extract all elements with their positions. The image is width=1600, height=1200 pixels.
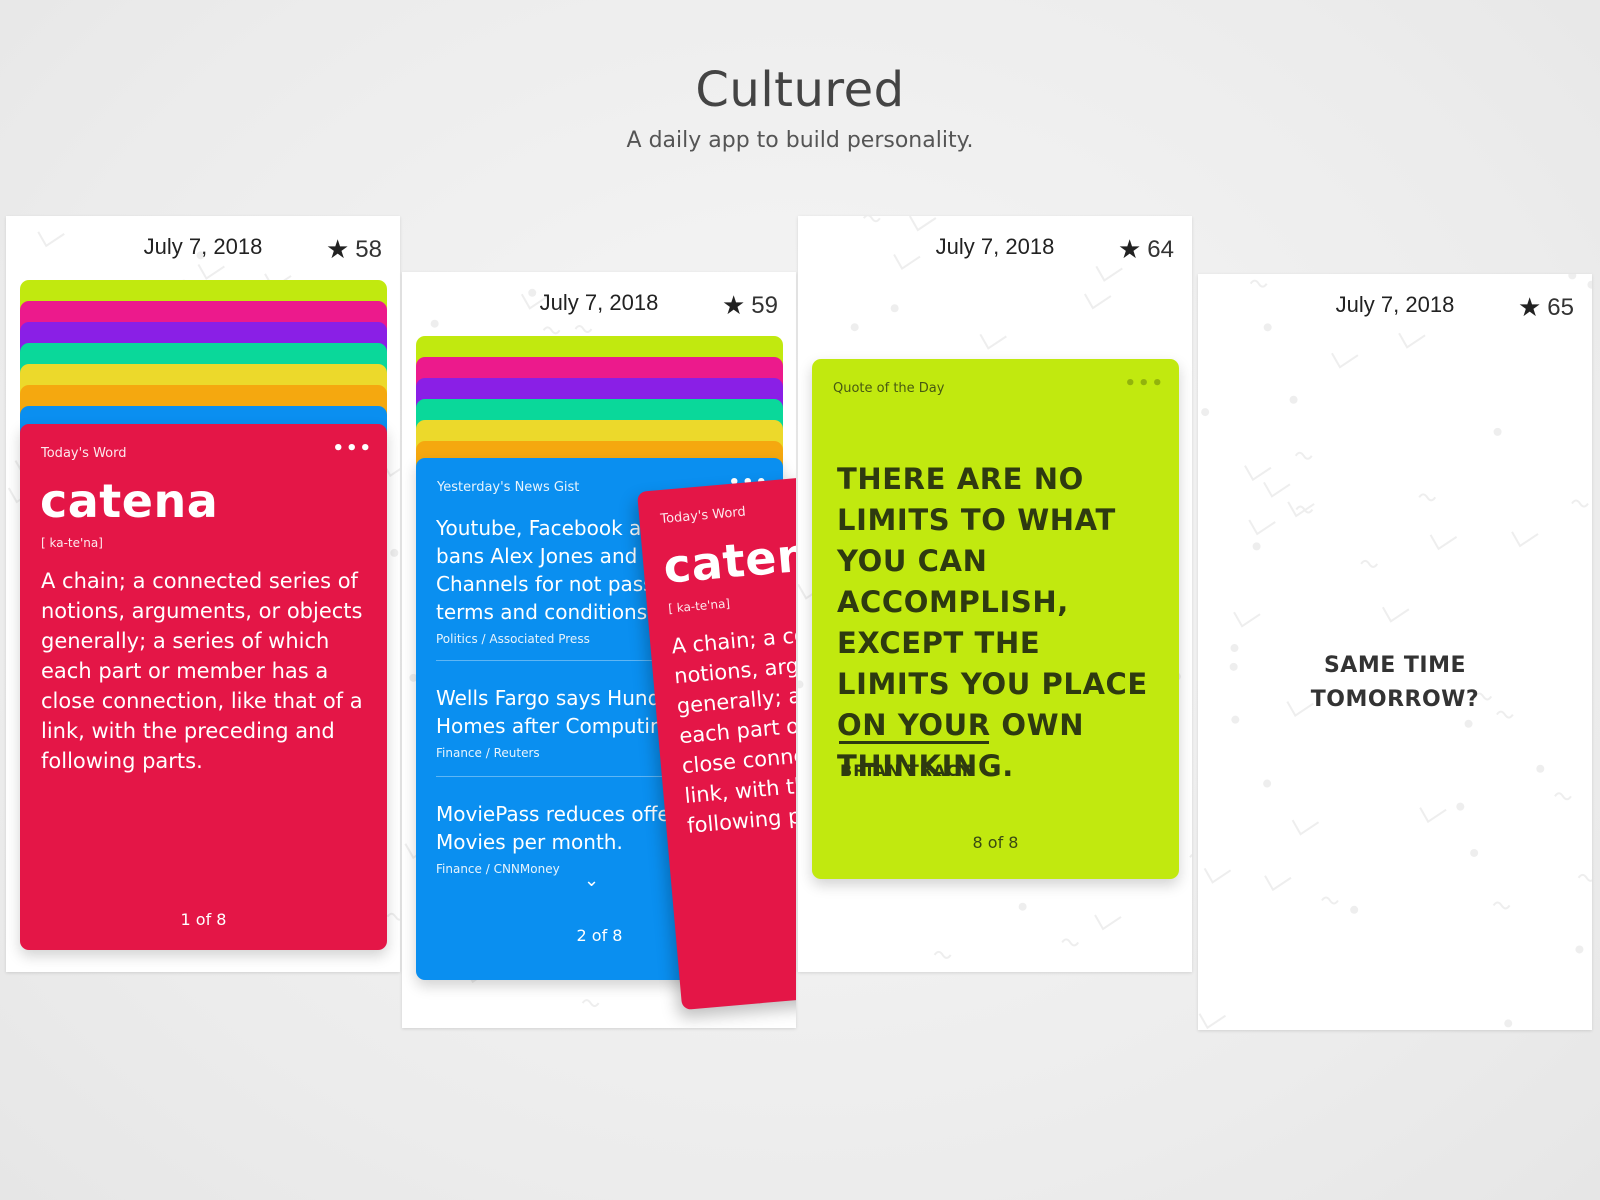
screen-1: July 7, 2018 ★ 58 Today's Word ••• caten…: [6, 216, 400, 972]
star-icon: ★: [1517, 292, 1542, 322]
closing-message: SAME TIME TOMORROW?: [1198, 649, 1592, 717]
quote-author: BRIAN TRACY: [840, 761, 972, 780]
more-icon[interactable]: •••: [1124, 373, 1165, 394]
star-count-value: 65: [1547, 293, 1574, 321]
card-label: Yesterday's News Gist: [437, 480, 580, 495]
chevron-down-icon[interactable]: ⌄: [584, 870, 599, 891]
star-icon: ★: [1117, 234, 1142, 264]
divider: [839, 741, 989, 744]
app-title: Cultured: [695, 62, 905, 118]
star-count[interactable]: ★ 65: [1518, 292, 1574, 323]
closing-message-line: SAME TIME: [1323, 653, 1467, 678]
word-card[interactable]: Today's Word ••• catena [ ka-te'na] A ch…: [20, 424, 387, 950]
star-count[interactable]: ★ 58: [326, 234, 382, 265]
screen-4: July 7, 2018 ★ 65 SAME TIME TOMORROW?: [1198, 274, 1592, 1030]
word-phonetic: [ ka-te'na]: [667, 596, 731, 616]
screen-2: July 7, 2018 ★ 59 Yesterday's News Gist …: [402, 272, 796, 1028]
star-count-value: 59: [751, 291, 778, 319]
card-label: Today's Word: [41, 446, 127, 461]
star-count-value: 64: [1147, 235, 1174, 263]
quote-text: THERE ARE NO LIMITS TO WHAT YOU CAN ACCO…: [837, 462, 1148, 783]
app-tagline: A daily app to build personality.: [626, 128, 974, 153]
word-definition: A chain; a connected series of notions, …: [670, 607, 796, 838]
word-title: catena: [661, 524, 796, 594]
more-icon[interactable]: •••: [332, 438, 373, 459]
word-title: catena: [40, 474, 219, 528]
card-counter: 8 of 8: [972, 833, 1019, 852]
card-label: Today's Word: [659, 504, 747, 528]
star-icon: ★: [721, 290, 746, 320]
word-phonetic: [ ka-te'na]: [41, 536, 103, 550]
star-count[interactable]: ★ 59: [722, 290, 778, 321]
screen-3: July 7, 2018 ★ 64 Quote of the Day ••• T…: [798, 216, 1192, 972]
card-label: Quote of the Day: [833, 381, 945, 396]
quote-card[interactable]: Quote of the Day ••• THERE ARE NO LIMITS…: [812, 359, 1179, 879]
card-counter: 1 of 8: [180, 910, 227, 929]
closing-message-line: TOMORROW?: [1310, 687, 1480, 712]
star-count-value: 58: [355, 235, 382, 263]
star-count[interactable]: ★ 64: [1118, 234, 1174, 265]
star-icon: ★: [325, 234, 350, 264]
word-definition: A chain; a connected series of notions, …: [41, 569, 363, 773]
